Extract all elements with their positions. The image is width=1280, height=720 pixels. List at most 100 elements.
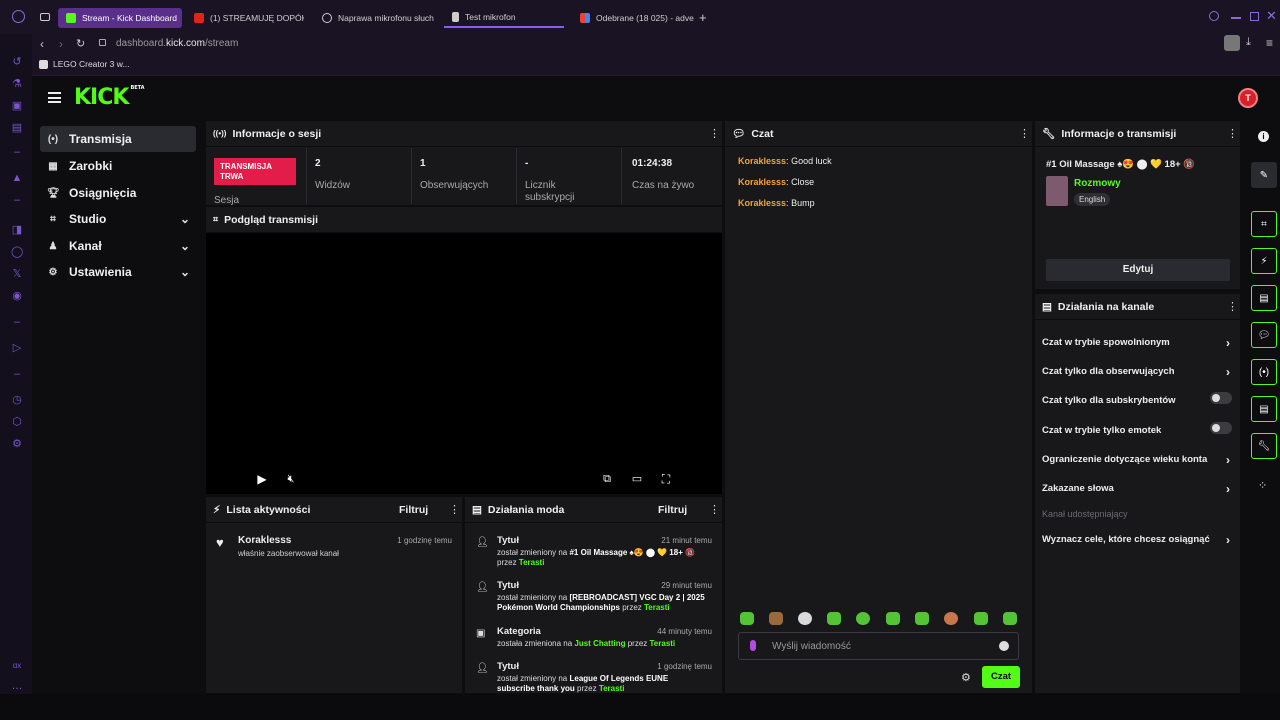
toolbar-preview-button[interactable]: ⌗: [1251, 211, 1277, 237]
url-text[interactable]: dashboard.kick.com/stream: [116, 38, 238, 49]
restore-icon[interactable]: [1250, 12, 1259, 21]
minimize-icon[interactable]: [1231, 17, 1241, 19]
info-icon[interactable]: i: [1258, 131, 1269, 142]
chat-bubble-icon: 💬︎: [732, 128, 746, 140]
theater-icon[interactable]: ▭: [630, 472, 644, 486]
chat-input[interactable]: Wyślij wiadomość: [738, 632, 1019, 660]
tab-manager-icon[interactable]: [40, 13, 50, 21]
action-set-goals[interactable]: Wyznacz cele, które chcesz osiągnąć ›: [1042, 533, 1232, 547]
settings-icon[interactable]: ⚙: [11, 438, 23, 450]
emote-icon[interactable]: [1003, 612, 1017, 625]
action-slow-mode[interactable]: Czat w trybie spowolnionym ›: [1042, 336, 1232, 350]
session-info-header: ((•)) Informacje o sesji: [206, 121, 722, 147]
pip-icon[interactable]: ⧉: [600, 472, 614, 486]
forward-icon[interactable]: ›: [59, 37, 63, 51]
edit-stream-button[interactable]: Edytuj: [1046, 259, 1230, 281]
chat-menu-icon[interactable]: ⋮: [1019, 129, 1030, 140]
stream-info-menu-icon[interactable]: ⋮: [1227, 129, 1238, 140]
chat-message: Koraklesss: Close: [738, 177, 815, 187]
action-banned-words[interactable]: Zakazane słowa ›: [1042, 482, 1232, 496]
chevron-right-icon: ›: [1226, 482, 1230, 496]
nav-kanal[interactable]: ♟ Kanał ⌄: [40, 233, 196, 259]
activity-filter-button[interactable]: Filtruj: [399, 504, 428, 516]
emote-icon[interactable]: [856, 612, 870, 625]
pin-icon[interactable]: ⬡: [11, 416, 23, 428]
mute-icon[interactable]: 🔇︎: [284, 472, 298, 486]
reload-icon[interactable]: ↻: [76, 37, 85, 50]
chat-send-button[interactable]: Czat: [982, 666, 1020, 688]
clock-icon[interactable]: ◷: [11, 394, 23, 406]
history-icon[interactable]: ↺: [11, 56, 23, 68]
nav-osiagniecia[interactable]: 🏆︎ Osiągnięcia: [40, 180, 196, 206]
emote-only-toggle[interactable]: [1210, 422, 1232, 434]
subscribers-only-toggle[interactable]: [1210, 392, 1232, 404]
action-followers-only[interactable]: Czat tylko dla obserwujących ›: [1042, 365, 1232, 379]
discord-icon[interactable]: ◉: [11, 290, 23, 302]
toolbar-session-button[interactable]: (•): [1251, 359, 1277, 385]
ai-icon[interactable]: ɑx: [11, 660, 23, 672]
play-icon[interactable]: ▶: [255, 472, 269, 486]
twitch-icon[interactable]: ◨: [11, 224, 23, 236]
toolbar-mod-actions-button[interactable]: ▤: [1251, 285, 1277, 311]
tab-gmail[interactable]: Odebrane (18 025) - adve: [572, 8, 694, 28]
search-tabs-icon[interactable]: [1209, 11, 1219, 21]
emote-icon[interactable]: [886, 612, 900, 625]
user-avatar[interactable]: T: [1238, 88, 1258, 108]
emote-icon[interactable]: [974, 612, 988, 625]
nav-studio[interactable]: ⌗ Studio ⌄: [40, 206, 196, 232]
close-window-icon[interactable]: ✕: [1266, 8, 1277, 24]
category-thumbnail: [1046, 176, 1068, 206]
profile-avatar[interactable]: [1224, 35, 1240, 51]
emote-icon[interactable]: [944, 612, 958, 625]
extensions-icon[interactable]: ⚗: [11, 78, 23, 90]
mod-action-row: 👤︎ Tytuł 21 minut temu został zmieniony …: [476, 535, 712, 567]
action-account-age[interactable]: Ograniczenie dotyczące wieku konta ›: [1042, 453, 1232, 467]
channel-actions-menu-icon[interactable]: ⋮: [1227, 302, 1238, 313]
emote-icon[interactable]: [740, 612, 754, 625]
tab-kick-dashboard[interactable]: Stream - Kick Dashboard: [58, 8, 182, 28]
reader-icon[interactable]: ▤: [11, 122, 23, 134]
toolbar-stream-info-button[interactable]: 🔧︎: [1251, 433, 1277, 459]
edit-mode-button[interactable]: ✎: [1251, 162, 1277, 188]
browser-logo-icon[interactable]: [12, 10, 25, 23]
session-menu-icon[interactable]: ⋮: [709, 129, 720, 140]
images-icon[interactable]: ▣: [11, 100, 23, 112]
player-icon[interactable]: ▷: [11, 342, 23, 354]
microphone-icon[interactable]: [750, 640, 756, 651]
toolbar-activity-button[interactable]: ⚡︎: [1251, 248, 1277, 274]
action-host-channel: Kanał udostępniający: [1042, 509, 1128, 519]
activity-menu-icon[interactable]: ⋮: [449, 505, 460, 516]
chevron-down-icon: ⌄: [179, 212, 190, 226]
nav-zarobki[interactable]: ▦ Zarobki: [40, 153, 196, 179]
x-icon[interactable]: 𝕏: [11, 268, 23, 280]
back-icon[interactable]: ‹: [40, 37, 44, 51]
messenger-icon[interactable]: ◯: [11, 246, 23, 258]
nav-ustawienia[interactable]: ⚙ Ustawienia ⌄: [40, 259, 196, 285]
emote-icon[interactable]: [769, 612, 783, 625]
hamburger-menu-icon[interactable]: [48, 92, 61, 103]
emote-icon[interactable]: [798, 612, 812, 625]
new-tab-icon[interactable]: +: [699, 10, 707, 25]
widgets-icon[interactable]: ⁘: [1258, 479, 1267, 492]
aria-icon[interactable]: ▲: [11, 172, 23, 184]
bookmark-lego[interactable]: LEGO Creator 3 w...: [39, 59, 130, 69]
downloads-icon[interactable]: ⤓: [1246, 36, 1251, 49]
toolbar-chat-button[interactable]: 💬︎: [1251, 322, 1277, 348]
mod-menu-icon[interactable]: ⋮: [709, 505, 720, 516]
category-name[interactable]: Rozmowy: [1074, 178, 1121, 189]
kick-logo[interactable]: KICK BETA: [74, 85, 145, 110]
more-icon[interactable]: …: [11, 680, 23, 692]
mod-filter-button[interactable]: Filtruj: [658, 504, 687, 516]
nav-transmisja[interactable]: (•) Transmisja: [40, 126, 196, 152]
toolbar-channel-actions-button[interactable]: ▤: [1251, 396, 1277, 422]
emote-icon[interactable]: [827, 612, 841, 625]
chat-settings-icon[interactable]: ⚙: [961, 671, 971, 684]
tab-test-mikrofon[interactable]: Test mikrofon: [444, 8, 564, 28]
menu-icon[interactable]: ≡: [1266, 36, 1273, 50]
emote-icon[interactable]: [915, 612, 929, 625]
emoji-icon[interactable]: [999, 641, 1009, 651]
fullscreen-icon[interactable]: ⛶: [659, 472, 673, 486]
mod-action-desc: został zmieniony na #1 Oil Massage ♠😍 ⬤ …: [497, 548, 696, 567]
tab-naprawa[interactable]: Naprawa mikrofonu słuch: [314, 8, 434, 28]
tab-youtube[interactable]: (1) STREAMUJĘ DOPÓKI: [186, 8, 304, 28]
